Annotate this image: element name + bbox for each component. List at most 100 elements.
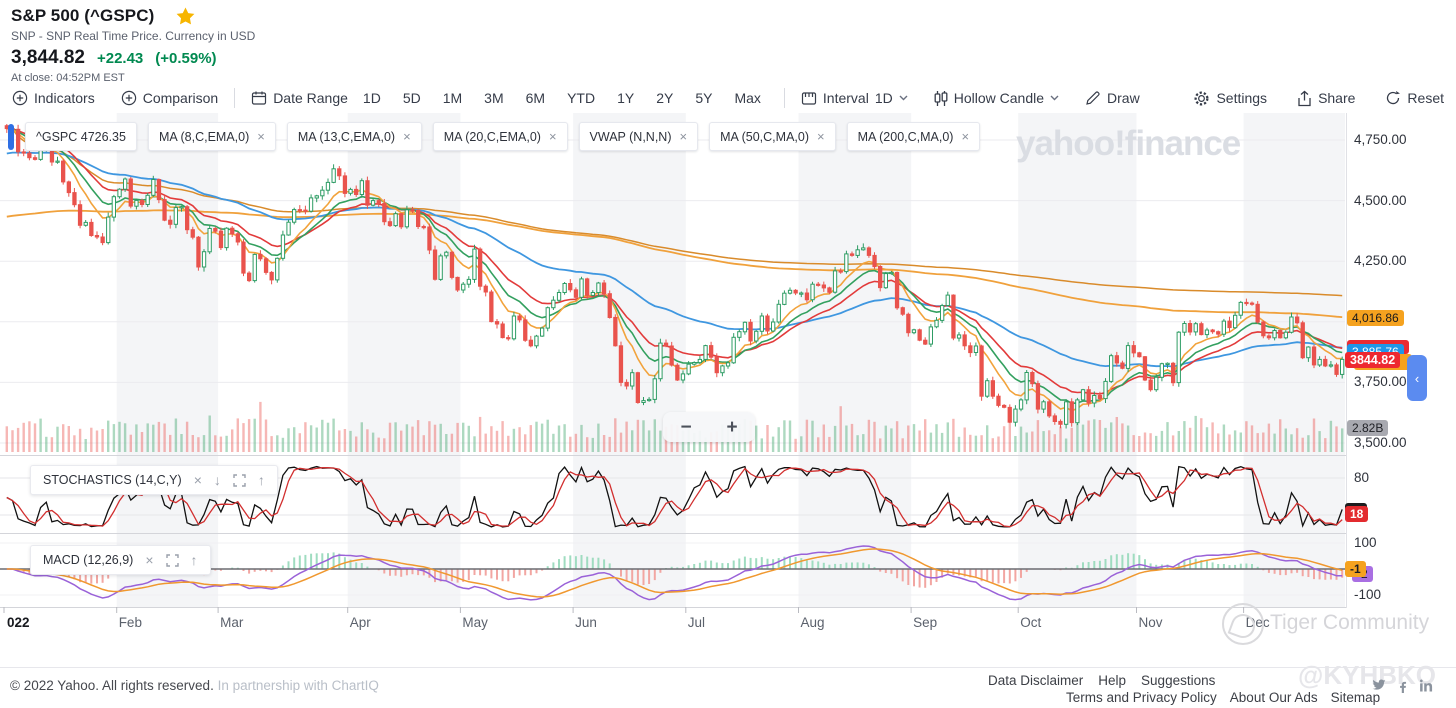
share-button[interactable]: Share: [1293, 90, 1359, 107]
indicator-pill-label: MA (200,C,MA,0): [857, 129, 954, 144]
calendar-icon: [252, 91, 267, 105]
footer-copyright: © 2022 Yahoo. All rights reserved. In pa…: [10, 678, 379, 693]
footer-link[interactable]: Data Disclaimer: [988, 673, 1083, 688]
date-range-label: Date Range: [273, 90, 348, 106]
copyright-text: © 2022 Yahoo. All rights reserved.: [10, 678, 214, 693]
close-icon[interactable]: ×: [145, 553, 153, 567]
share-icon: [1298, 90, 1311, 106]
range-button-ytd[interactable]: YTD: [556, 90, 606, 106]
x-axis-month-label: Nov: [1138, 615, 1163, 630]
reset-label: Reset: [1407, 90, 1444, 106]
stochastics-pill[interactable]: STOCHASTICS (14,C,Y) × ↓ ↑: [30, 465, 278, 495]
range-button-2y[interactable]: 2Y: [645, 90, 684, 106]
indicator-pill-label: MA (13,C,EMA,0): [297, 129, 396, 144]
x-axis-month-label: Aug: [800, 615, 825, 630]
x-axis-month-label: May: [462, 615, 488, 630]
x-axis-month-label: Oct: [1020, 615, 1042, 630]
series-drag-handle[interactable]: [8, 123, 14, 150]
twitter-icon[interactable]: [1372, 679, 1386, 691]
close-icon[interactable]: ×: [679, 129, 687, 144]
tiger-community-watermark: Tiger Community: [1270, 611, 1430, 634]
page-title: S&P 500 (^GSPC): [11, 6, 155, 25]
indicator-pill-label: MA (20,C,EMA,0): [443, 129, 541, 144]
close-icon[interactable]: ×: [194, 473, 202, 487]
range-button-1m[interactable]: 1M: [432, 90, 473, 106]
range-button-max[interactable]: Max: [723, 90, 771, 106]
ma200-axis-badge: 4,016.86: [1347, 310, 1404, 326]
move-up-icon[interactable]: ↑: [258, 473, 265, 487]
close-icon[interactable]: ×: [257, 129, 265, 144]
range-button-3m[interactable]: 3M: [473, 90, 514, 106]
macd-signal-badge: -1: [1345, 561, 1366, 577]
close-icon[interactable]: ×: [961, 129, 969, 144]
move-up-icon[interactable]: ↑: [191, 553, 198, 567]
settings-button[interactable]: Settings: [1189, 90, 1271, 107]
close-icon[interactable]: ×: [817, 129, 825, 144]
indicator-pill[interactable]: VWAP (N,N,N) ×: [578, 122, 699, 151]
draw-button[interactable]: Draw: [1081, 90, 1144, 106]
quote-subtitle: SNP - SNP Real Time Price. Currency in U…: [11, 29, 256, 43]
partnership-text: In partnership with ChartIQ: [217, 678, 379, 693]
chevron-down-icon: [899, 95, 908, 101]
comparison-button[interactable]: Comparison: [117, 90, 222, 106]
quote-header: S&P 500 (^GSPC) SNP - SNP Real Time Pric…: [11, 6, 255, 84]
pane-axis-label: 100: [1354, 535, 1377, 550]
reset-icon: [1387, 91, 1401, 105]
footer-link[interactable]: Terms and Privacy Policy: [1066, 690, 1217, 705]
price-axis-label: 4,500.00: [1354, 192, 1407, 208]
indicator-pill[interactable]: MA (13,C,EMA,0) ×: [286, 122, 422, 151]
price-axis-label: 3,750.00: [1354, 374, 1407, 390]
comparison-label: Comparison: [142, 90, 219, 106]
reset-button[interactable]: Reset: [1381, 90, 1448, 106]
indicators-label: Indicators: [34, 90, 95, 106]
range-button-1d[interactable]: 1D: [352, 90, 392, 106]
x-axis-month-label: Feb: [118, 615, 142, 630]
footer-link[interactable]: Help: [1098, 673, 1126, 688]
indicator-pill[interactable]: MA (20,C,EMA,0) ×: [432, 122, 568, 151]
range-button-6m[interactable]: 6M: [515, 90, 556, 106]
indicator-pill-label: MA (50,C,MA,0): [720, 129, 809, 144]
indicator-pill[interactable]: MA (200,C,MA,0) ×: [846, 122, 981, 151]
price-axis-label: 4,750.00: [1354, 132, 1407, 147]
symbol-pill[interactable]: ^GSPC 4726.35: [25, 122, 137, 151]
plus-circle-icon: [12, 90, 28, 106]
expand-icon[interactable]: [233, 473, 246, 487]
draw-label: Draw: [1107, 90, 1140, 106]
share-label: Share: [1318, 90, 1356, 106]
linkedin-icon[interactable]: [1420, 679, 1433, 692]
social-icons: [1372, 679, 1433, 693]
range-button-5y[interactable]: 5Y: [684, 90, 723, 106]
close-icon[interactable]: ×: [403, 129, 411, 144]
collapse-panel-button[interactable]: ‹: [1407, 355, 1427, 401]
range-button-1y[interactable]: 1Y: [606, 90, 645, 106]
indicator-pill[interactable]: MA (8,C,EMA,0) ×: [147, 122, 276, 151]
favorite-star-icon[interactable]: [176, 7, 195, 25]
footer-link[interactable]: Suggestions: [1141, 673, 1215, 688]
facebook-icon[interactable]: [1399, 679, 1407, 693]
interval-dropdown[interactable]: Interval 1D: [797, 90, 912, 106]
stoch-d-badge: 18: [1345, 506, 1369, 522]
indicator-pill-label: VWAP (N,N,N): [589, 129, 672, 144]
indicator-pill[interactable]: MA (50,C,MA,0) ×: [709, 122, 836, 151]
chart-type-label: Hollow Candle: [953, 90, 1045, 106]
footer-link[interactable]: About Our Ads: [1230, 690, 1318, 705]
close-icon[interactable]: ×: [549, 129, 557, 144]
zoom-controls: − +: [663, 412, 755, 442]
chart-type-dropdown[interactable]: Hollow Candle: [930, 90, 1063, 107]
price-axis-label: 3,500.00: [1354, 435, 1407, 450]
move-down-icon[interactable]: ↓: [214, 473, 221, 487]
macd-pill[interactable]: MACD (12,26,9) × ↑: [30, 545, 211, 575]
zoom-in-button[interactable]: +: [726, 418, 737, 437]
zoom-out-button[interactable]: −: [680, 418, 691, 437]
legend-pills: ^GSPC 4726.35 MA (8,C,EMA,0) × MA (13,C,EM…: [8, 122, 981, 151]
indicators-button[interactable]: Indicators: [8, 90, 99, 106]
range-button-5d[interactable]: 5D: [392, 90, 432, 106]
tiger-community-logo: [1222, 603, 1264, 645]
x-axis-month-label: Jul: [687, 615, 706, 630]
gear-icon: [1194, 91, 1209, 105]
date-range-button[interactable]: Date Range: [247, 90, 352, 106]
candle-chart-icon: [934, 90, 948, 106]
price-change-percent: (+0.59%): [155, 50, 217, 67]
volume-axis-badge: 2.82B: [1347, 420, 1389, 436]
expand-icon[interactable]: [165, 553, 179, 567]
